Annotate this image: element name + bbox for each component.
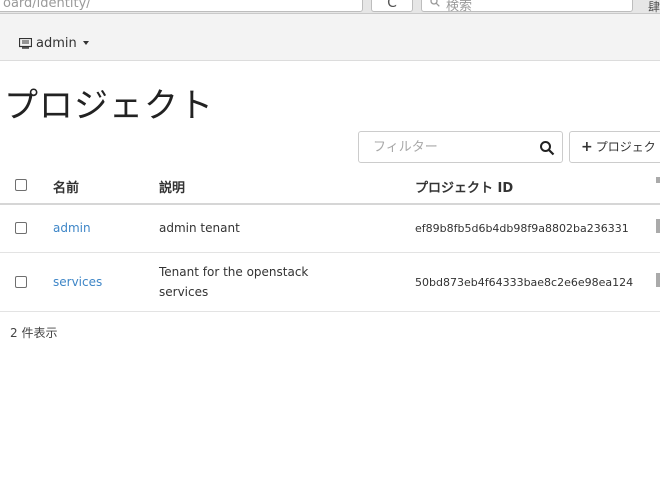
row-checkbox[interactable] [15, 276, 27, 288]
row-action-edge[interactable] [656, 219, 660, 233]
table-edge-marker [656, 177, 660, 183]
monitor-icon [19, 37, 32, 49]
plus-icon: + [581, 139, 593, 155]
create-project-button[interactable]: + プロジェク [569, 131, 660, 163]
project-switcher-dropdown[interactable]: admin [19, 35, 89, 51]
row-action-edge[interactable] [656, 273, 660, 287]
reload-button[interactable]: C [371, 0, 413, 12]
table-header-row: 名前 説明 プロジェクト ID [0, 167, 660, 205]
browser-toolbar: oard/identity/ C 検索 肆 [0, 0, 660, 14]
item-count: 2 件表示 [10, 326, 58, 340]
filter-input[interactable] [359, 132, 529, 162]
project-id: ef89b8fb5d6b4db98f9a8802ba236331 [415, 222, 629, 235]
project-name-link[interactable]: admin [53, 221, 91, 235]
row-checkbox[interactable] [15, 222, 27, 234]
search-icon [430, 0, 440, 7]
project-switcher-label: admin [36, 35, 77, 51]
project-description-continued: services [159, 285, 209, 299]
project-name-link[interactable]: services [53, 275, 102, 289]
browser-search-placeholder: 検索 [446, 0, 473, 14]
table-row: admin admin tenant ef89b8fb5d6b4db98f9a8… [0, 205, 660, 253]
reload-icon: C [387, 0, 397, 11]
select-all-checkbox[interactable] [15, 179, 27, 191]
table-row: services Tenant for the openstack servic… [0, 253, 660, 312]
project-description: Tenant for the openstack [159, 265, 309, 279]
top-navigation: admin [0, 14, 660, 61]
create-project-label: プロジェク [595, 140, 656, 154]
filter-search-icon[interactable] [539, 140, 555, 156]
project-id: 50bd873eb4f64333bae8c2e6e98ea124 [415, 276, 634, 289]
project-description: admin tenant [159, 221, 240, 235]
column-header-name[interactable]: 名前 [53, 177, 79, 196]
chevron-down-icon [82, 41, 89, 45]
address-bar-url: oard/identity/ [3, 0, 91, 11]
column-header-project-id[interactable]: プロジェクト ID [415, 177, 513, 196]
column-header-description[interactable]: 説明 [159, 177, 185, 196]
address-bar[interactable]: oard/identity/ [0, 0, 363, 12]
browser-search-box[interactable]: 検索 [421, 0, 633, 14]
toolbar-overflow-icon[interactable]: 肆 [648, 0, 660, 15]
page-title: プロジェクト [4, 86, 214, 126]
filter-group [358, 131, 563, 163]
